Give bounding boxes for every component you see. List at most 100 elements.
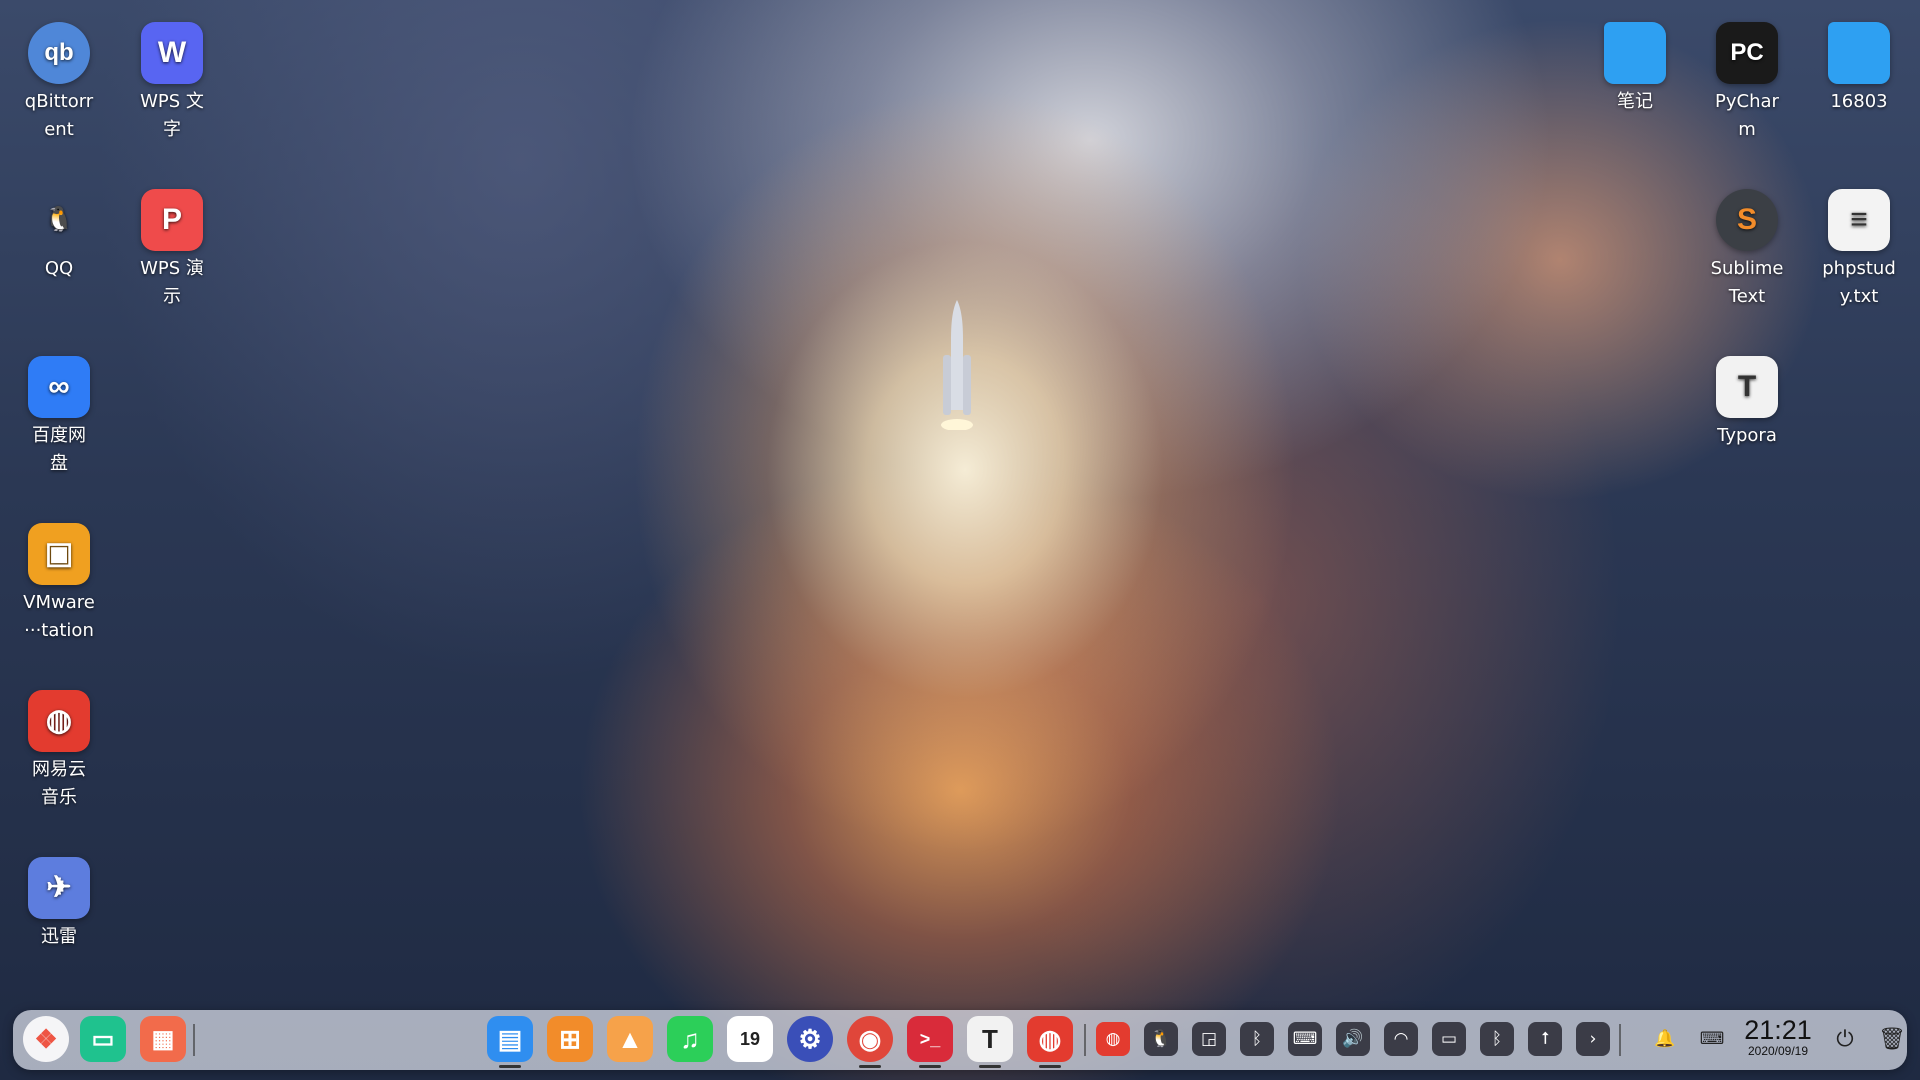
typora-icon: T <box>982 1023 998 1054</box>
running-indicator <box>919 1065 941 1068</box>
desktop-icon-vmware-workstation[interactable]: ▣ VMware ···tation <box>9 523 109 645</box>
desktop-icon-sublime-text[interactable]: S Sublime Text <box>1697 189 1797 311</box>
desktop-icon-label: Typora <box>1717 425 1777 446</box>
tray-netease-tray[interactable]: ◍ <box>1096 1022 1130 1056</box>
image-viewer-icon: ▲ <box>617 1023 643 1054</box>
baidu-netdisk-icon: ∞ <box>28 356 90 418</box>
desktop-icon-qq[interactable]: 🐧 QQ <box>9 189 109 283</box>
power-icon: ⏻ <box>1836 1026 1854 1052</box>
desktop-icon-netease-cloud-music[interactable]: ◍ 网易云 音乐 <box>9 690 109 812</box>
qq-penguin-icon: 🐧 <box>44 206 74 233</box>
tray-display[interactable]: ▭ <box>1432 1022 1466 1056</box>
dock-netease-music[interactable]: ◍ <box>1027 1016 1073 1068</box>
dock-calendar[interactable]: 19 <box>727 1016 773 1062</box>
clock[interactable]: 21:21 2020/09/19 <box>1732 1016 1824 1058</box>
desktop-icon-笔记[interactable]: 笔记 <box>1585 22 1685 116</box>
dock-terminal[interactable]: >_ <box>907 1016 953 1068</box>
desktop-icon-pycharm[interactable]: PC PyChar m <box>1697 22 1797 144</box>
dock-image-viewer[interactable]: ▲ <box>607 1016 653 1062</box>
desktop-icon-label: VMware ···tation <box>23 592 95 641</box>
tray-screenshot-tray[interactable]: ◲ <box>1192 1022 1226 1056</box>
qbittorrent-icon: qb <box>28 22 90 84</box>
chrome-icon: ◉ <box>858 1023 882 1054</box>
app-store-icon: ⊞ <box>559 1023 581 1054</box>
desktop-icon-label: WPS 文 字 <box>140 91 204 140</box>
screenshot-icon: ◲ <box>1200 1029 1218 1049</box>
tray-expand-tray[interactable]: › <box>1576 1022 1610 1056</box>
desktop-icon-phpstudy-txt[interactable]: ≡ phpstud y.txt <box>1809 189 1909 311</box>
desktop-icon-wps-writer[interactable]: W WPS 文 字 <box>122 22 222 144</box>
tray-wifi[interactable]: ◠ <box>1384 1022 1418 1056</box>
folder-icon <box>1828 22 1890 84</box>
desktop-icon-label: 笔记 <box>1617 91 1653 112</box>
sublime-text-icon: S <box>1716 189 1778 251</box>
tray-bluetooth[interactable]: ᛒ <box>1480 1022 1514 1056</box>
desktop-icon-label: 网易云 音乐 <box>32 759 86 808</box>
wifi-icon: ◠ <box>1393 1029 1409 1049</box>
netease-music-icon: ◍ <box>1038 1023 1062 1054</box>
desktop-icon-label: phpstud y.txt <box>1822 258 1896 307</box>
keyboard-icon: ⌨ <box>1699 1029 1725 1049</box>
usb-icon: ⭡ <box>1541 1029 1549 1049</box>
calendar-icon: 19 <box>739 1028 761 1049</box>
wps-writer-icon: W <box>141 22 203 84</box>
desktop-icon-label: 百度网 盘 <box>32 425 86 474</box>
file-manager-icon: ▤ <box>497 1023 523 1054</box>
dock-separator <box>193 1024 195 1056</box>
power-button[interactable]: ⏻ <box>1828 1022 1862 1056</box>
workspace-grid-icon: ▦ <box>151 1025 175 1053</box>
trash-button[interactable]: 🗑 <box>1875 1022 1909 1056</box>
pycharm-icon: PC <box>1716 22 1778 84</box>
desktop-icon-label: qBittorr ent <box>24 91 94 140</box>
tray-onscreen-keyboard[interactable]: ⌨ <box>1695 1022 1729 1056</box>
dock-app-store[interactable]: ⊞ <box>547 1016 593 1062</box>
music-icon: ♫ <box>680 1023 700 1054</box>
tray-volume[interactable]: 🔊 <box>1336 1022 1370 1056</box>
vmware-icon: ▣ <box>28 523 90 585</box>
desktop-icon-typora[interactable]: T Typora <box>1697 356 1797 450</box>
dock-system-settings[interactable]: ⚙ <box>787 1016 833 1062</box>
volume-icon: 🔊 <box>1342 1029 1364 1049</box>
desktop-icon-xunlei[interactable]: ✈ 迅雷 <box>9 857 109 951</box>
tray-notifications[interactable]: 🔔 <box>1648 1022 1682 1056</box>
running-indicator <box>859 1065 881 1068</box>
dock-separator <box>1084 1024 1086 1056</box>
desktop-icon-label: PyChar m <box>1715 91 1779 140</box>
netease-music-icon: ◍ <box>28 690 90 752</box>
dock-music[interactable]: ♫ <box>667 1016 713 1062</box>
desktop-icon-label: WPS 演 示 <box>140 258 204 307</box>
bell-icon: 🔔 <box>1654 1029 1676 1049</box>
terminal-icon: >_ <box>919 1028 941 1049</box>
dock-chrome[interactable]: ◉ <box>847 1016 893 1068</box>
text-file-icon: ≡ <box>1828 189 1890 251</box>
clock-time: 21:21 <box>1744 1015 1812 1045</box>
dock-multitask-view[interactable]: ▭ <box>80 1016 126 1062</box>
desktop-icon-qbittorrent[interactable]: qb qBittorr ent <box>9 22 109 144</box>
rocket-wallpaper-graphic <box>941 300 973 430</box>
launcher-icon: ❖ <box>34 1023 58 1054</box>
qq-penguin-icon: 🐧 <box>1150 1029 1172 1049</box>
launcher-button[interactable]: ❖ <box>23 1016 69 1062</box>
dock-workspace[interactable]: ▦ <box>140 1016 186 1062</box>
trash-icon: 🗑 <box>1878 1026 1906 1052</box>
bluetooth-icon: ᛒ <box>1491 1029 1503 1049</box>
xunlei-bird-icon: ✈ <box>28 857 90 919</box>
wps-presentation-icon: P <box>141 189 203 251</box>
tray-qq-tray[interactable]: 🐧 <box>1144 1022 1178 1056</box>
running-indicator <box>1039 1065 1061 1068</box>
tray-bluetooth-manager[interactable]: ᛒ <box>1240 1022 1274 1056</box>
running-indicator <box>499 1065 521 1068</box>
desktop-icon-label: 16803 <box>1830 91 1888 112</box>
desktop-icon-wps-presentation[interactable]: P WPS 演 示 <box>122 189 222 311</box>
dock: ❖ ▭ ▦ ▤ ⊞ ▲ ♫ 19 ⚙ ◉ >_ T ◍ ◍ 🐧 ◲ ᛒ ⌨ 🔊 ◠ ▭ ᛒ ⭡ › 🔔 ⌨ 21:21 20… <box>13 1010 1907 1070</box>
dock-file-manager[interactable]: ▤ <box>487 1016 533 1068</box>
dock-separator <box>1619 1024 1621 1056</box>
netease-music-icon: ◍ <box>1105 1029 1121 1049</box>
tray-usb[interactable]: ⭡ <box>1528 1022 1562 1056</box>
tray-keyboard[interactable]: ⌨ <box>1288 1022 1322 1056</box>
clock-date: 2020/09/19 <box>1747 1044 1809 1058</box>
desktop-icon-baidu-netdisk[interactable]: ∞ 百度网 盘 <box>9 356 109 478</box>
desktop-icon-16803[interactable]: 16803 <box>1809 22 1909 116</box>
desktop-icon-label: 迅雷 <box>41 926 77 947</box>
dock-typora[interactable]: T <box>967 1016 1013 1068</box>
